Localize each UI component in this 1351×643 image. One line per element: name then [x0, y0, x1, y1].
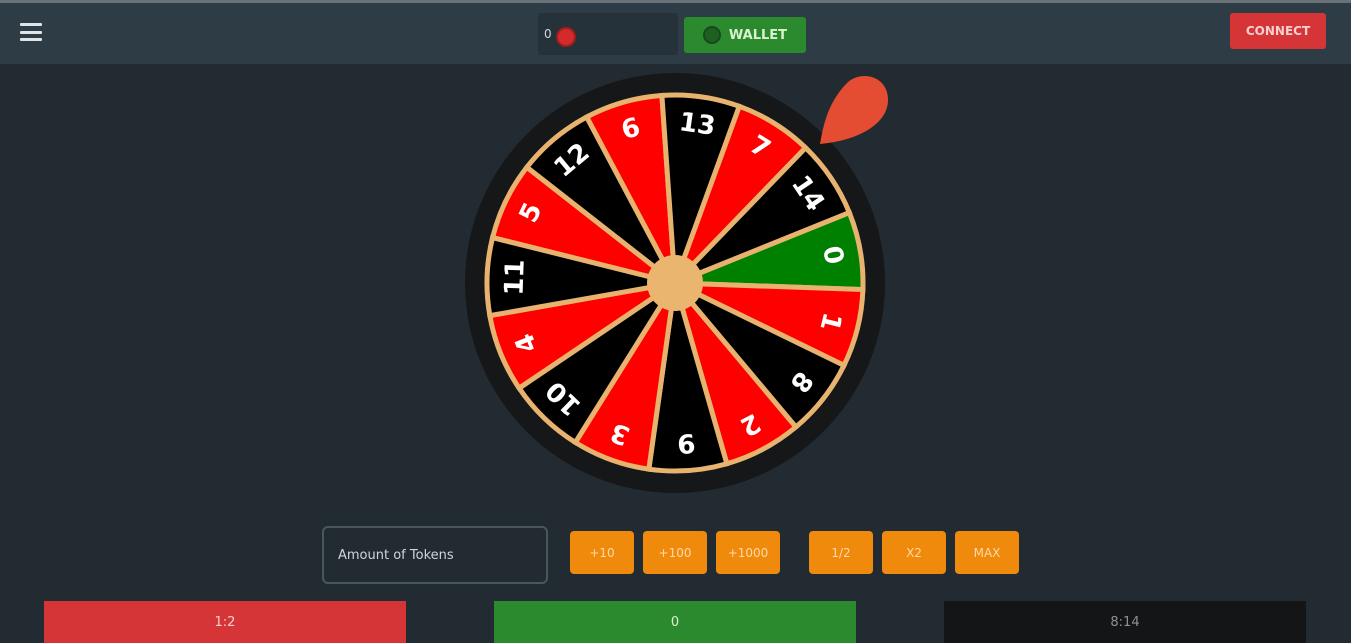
top-bar: 0 WALLET CONNECT — [0, 0, 1351, 64]
connect-button[interactable]: CONNECT — [1230, 13, 1326, 49]
wallet-label: WALLET — [728, 27, 788, 43]
bet-black-button[interactable]: 8:14 — [944, 601, 1306, 643]
amount-input[interactable] — [322, 526, 548, 584]
half-button[interactable]: 1/2 — [809, 531, 873, 574]
add-100-button[interactable]: +100 — [643, 531, 707, 574]
bet-red-button[interactable]: 1:2 — [44, 601, 406, 643]
menu-icon[interactable] — [20, 23, 42, 41]
segment-label: 11 — [499, 259, 530, 296]
bet-green-button[interactable]: 0 — [494, 601, 856, 643]
segment-label: 13 — [677, 107, 717, 142]
balance-value: 0 — [544, 27, 552, 41]
wallet-button[interactable]: WALLET — [684, 17, 806, 53]
segment-label: 9 — [676, 427, 696, 458]
wallet-icon — [702, 26, 721, 44]
coin-icon — [555, 27, 576, 47]
add-1000-button[interactable]: +1000 — [716, 531, 780, 574]
add-10-button[interactable]: +10 — [570, 531, 634, 574]
wheel-hub — [647, 255, 703, 311]
double-button[interactable]: X2 — [882, 531, 946, 574]
balance-display: 0 — [538, 13, 678, 55]
max-button[interactable]: MAX — [955, 531, 1019, 574]
pointer-marker — [820, 76, 888, 144]
